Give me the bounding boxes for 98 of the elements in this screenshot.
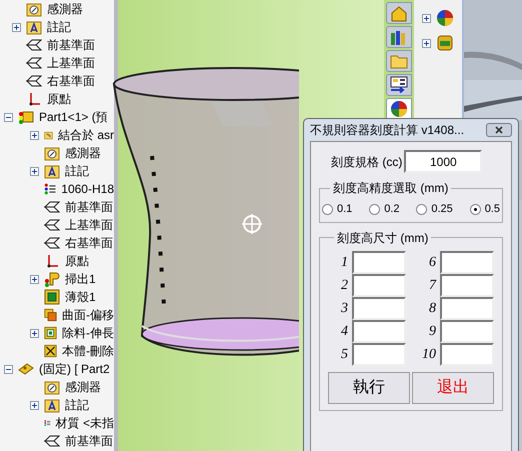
sphere-icon <box>435 8 455 28</box>
exit-button[interactable]: 退出 <box>412 372 494 404</box>
tree-item-label[interactable]: 材質 <未指 <box>56 417 114 429</box>
shell-icon <box>44 289 60 305</box>
tree-item-label[interactable]: 右基準面 <box>65 237 113 249</box>
tree-item-label[interactable]: 上基準面 <box>65 219 113 231</box>
field-label: 刻度規格 (cc) <box>331 154 402 170</box>
group-title: 刻度高尺寸 (mm) <box>336 230 430 246</box>
task-pane-tab[interactable] <box>386 74 412 96</box>
delete-body-icon <box>44 343 57 359</box>
window-title: 不規則容器刻度計算 v1408... <box>310 122 464 139</box>
tree-item-label[interactable]: 前基準面 <box>65 435 113 447</box>
size-field[interactable] <box>440 250 494 274</box>
tree-item-label[interactable]: Part1<1> (預 <box>39 111 108 123</box>
task-pane-tab[interactable] <box>386 98 412 120</box>
radio-option[interactable]: 0.1 <box>322 201 352 218</box>
collapse-icon[interactable] <box>4 112 13 122</box>
size-field[interactable] <box>352 296 406 320</box>
tree-item-label[interactable]: 前基準面 <box>47 39 95 51</box>
expand-icon[interactable] <box>30 130 39 140</box>
tree-item-label[interactable]: 1060-H18 <box>61 183 114 195</box>
row-number: 9 <box>429 322 436 340</box>
cylinder-icon <box>435 33 455 53</box>
row-number: 6 <box>429 254 436 272</box>
annotation-folder-icon <box>44 163 60 179</box>
size-field[interactable] <box>352 274 406 296</box>
sensor-folder-icon <box>44 379 60 395</box>
size-field[interactable] <box>440 320 494 342</box>
row-number: 2 <box>341 276 348 294</box>
row-number: 10 <box>422 346 436 364</box>
expand-icon[interactable] <box>12 22 21 32</box>
row-number: 7 <box>429 276 436 294</box>
tree-item-label[interactable]: 薄殼1 <box>65 291 96 303</box>
group-title: 刻度高精度選取 (mm) <box>332 180 450 197</box>
sensor-folder-icon <box>44 145 60 161</box>
tree-item-label[interactable]: 前基準面 <box>65 201 113 213</box>
tree-item-label[interactable]: 曲面-偏移 <box>62 309 114 321</box>
volume-spec-field[interactable]: 1000 <box>404 150 482 173</box>
sphere-icon <box>389 99 409 119</box>
row-number: 3 <box>341 300 348 318</box>
size-field[interactable] <box>440 296 494 320</box>
radio-button[interactable] <box>322 204 333 215</box>
plane-icon <box>44 433 60 449</box>
annotation-folder-icon <box>26 19 42 35</box>
material-icon <box>44 181 56 197</box>
tree-item-label[interactable]: 本體-刪除 <box>62 345 114 357</box>
expand-icon[interactable] <box>30 400 39 410</box>
radio-option[interactable]: 0.25 <box>416 201 453 218</box>
tree-item-label[interactable]: 感測器 <box>47 3 83 15</box>
radio-option[interactable]: 0.2 <box>369 201 400 218</box>
plane-icon <box>26 73 42 89</box>
expand-icon[interactable] <box>30 274 39 284</box>
tree-item-label[interactable]: 上基準面 <box>47 57 95 69</box>
row-number: 8 <box>429 300 436 318</box>
expand-icon[interactable] <box>30 166 39 176</box>
tree-item-label[interactable]: 原點 <box>65 255 89 267</box>
tree-item-label[interactable]: (固定) [ Part2 <box>39 363 110 375</box>
close-button[interactable] <box>486 123 512 137</box>
tree-item-label[interactable]: 掃出1 <box>65 273 96 285</box>
part-icon <box>18 361 34 377</box>
row-number: 5 <box>341 346 348 364</box>
tree-item-label[interactable]: 除料-伸長 <box>62 327 114 339</box>
size-field[interactable] <box>352 342 406 366</box>
tree-item-label[interactable]: 右基準面 <box>47 75 95 87</box>
tree-item-label[interactable]: 註記 <box>47 21 71 33</box>
row-number: 1 <box>341 254 348 272</box>
tree-item-label[interactable]: 註記 <box>65 165 89 177</box>
expand-icon[interactable] <box>422 38 431 48</box>
properties-icon <box>390 76 408 94</box>
size-field[interactable] <box>352 320 406 342</box>
radio-option[interactable]: 0.5 <box>470 201 500 218</box>
row-number: 4 <box>341 322 348 340</box>
run-button[interactable]: 執行 <box>328 372 410 404</box>
cut-extrude-icon <box>44 325 57 341</box>
size-field[interactable] <box>440 274 494 296</box>
sweep-icon <box>44 271 60 287</box>
collapse-icon[interactable] <box>4 364 13 374</box>
tree-item-label[interactable]: 原點 <box>47 93 71 105</box>
tree-item-label[interactable]: 註記 <box>65 399 89 411</box>
plane-icon <box>44 217 60 233</box>
plane-icon <box>26 37 42 53</box>
tree-item-label[interactable]: 結合於 asr <box>58 129 114 141</box>
size-field[interactable] <box>352 250 406 274</box>
part-icon <box>18 109 34 125</box>
plane-icon <box>44 235 60 251</box>
size-field[interactable] <box>440 342 494 366</box>
expand-icon[interactable] <box>30 328 39 338</box>
plane-icon <box>26 55 42 71</box>
close-icon <box>495 126 503 134</box>
radio-button[interactable] <box>369 204 380 215</box>
annotation-folder-icon <box>44 397 60 413</box>
offset-surface-icon <box>44 307 57 323</box>
expand-icon[interactable] <box>422 14 431 22</box>
plane-icon <box>44 199 60 215</box>
tree-item-label[interactable]: 感測器 <box>65 147 101 159</box>
tree-item-label[interactable]: 感測器 <box>65 381 101 393</box>
radio-button[interactable] <box>416 204 428 215</box>
radio-button[interactable] <box>470 204 481 215</box>
